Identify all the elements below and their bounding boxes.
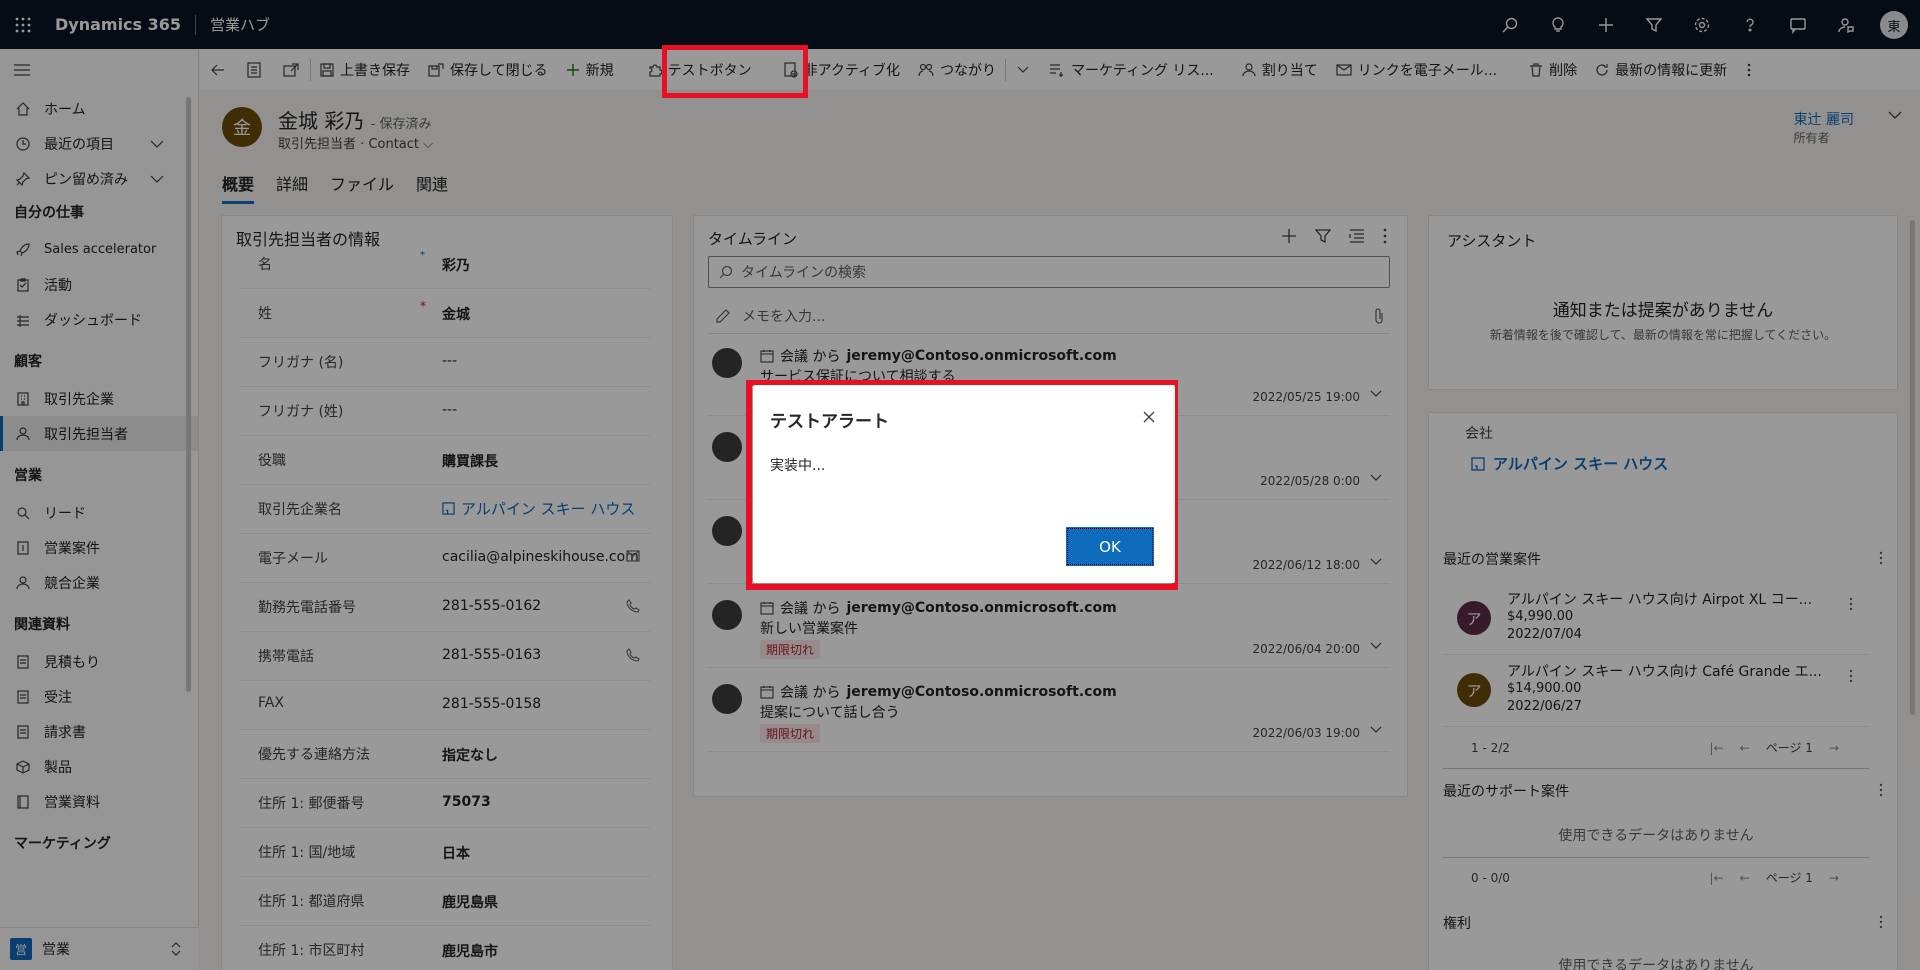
ok-button[interactable]: OK <box>1066 527 1154 566</box>
highlight-frame <box>662 45 808 98</box>
close-icon[interactable] <box>1137 405 1161 429</box>
alert-dialog: テストアラート 実装中... OK <box>753 385 1175 583</box>
dialog-title: テストアラート <box>770 412 889 432</box>
dialog-message: 実装中... <box>770 458 826 474</box>
